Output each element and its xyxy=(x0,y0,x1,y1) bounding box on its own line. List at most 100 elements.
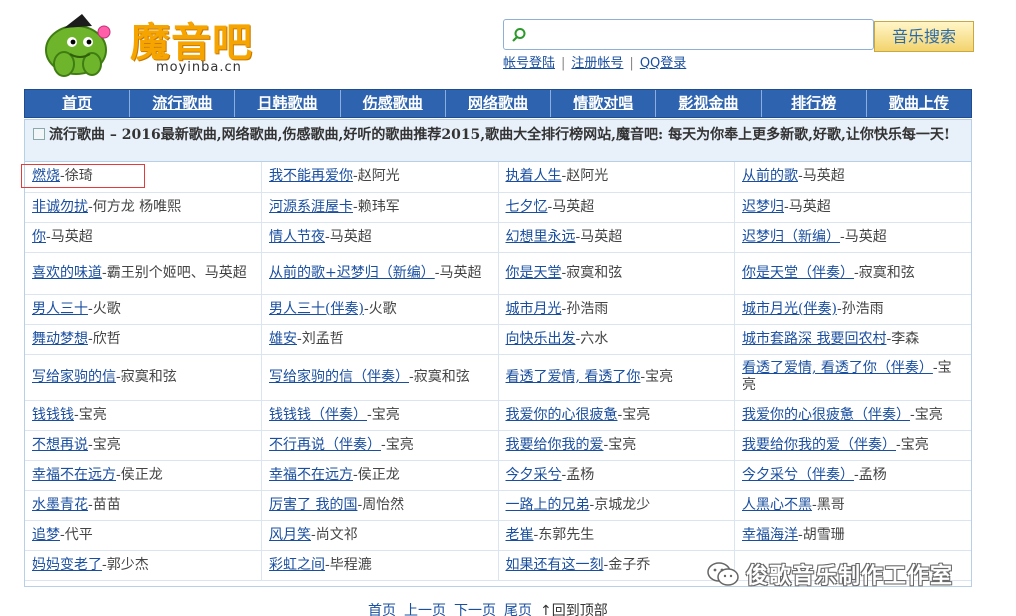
song-link[interactable]: 写给家驹的信 xyxy=(32,369,116,385)
song-cell: 追梦-代平 xyxy=(25,520,262,551)
song-link[interactable]: 看透了爱情, 看透了你（伴奏） xyxy=(742,360,933,376)
song-link[interactable]: 一路上的兄弟 xyxy=(506,497,590,513)
nav-item-home[interactable]: 首页 xyxy=(25,90,131,117)
song-link[interactable]: 彩虹之间 xyxy=(269,557,325,573)
song-link[interactable]: 今夕采兮（伴奏） xyxy=(742,467,854,483)
song-link[interactable]: 不行再说（伴奏） xyxy=(269,437,381,453)
song-link[interactable]: 男人三十(伴奏) xyxy=(269,301,364,317)
song-link[interactable]: 河源系涯屋卡 xyxy=(269,199,353,215)
song-link[interactable]: 雄安 xyxy=(269,331,297,347)
song-link[interactable]: 幸福海洋 xyxy=(742,527,798,543)
artist-name: 马英超 xyxy=(844,228,887,245)
song-link[interactable]: 非诚勿扰 xyxy=(32,199,88,215)
song-link[interactable]: 追梦 xyxy=(32,527,60,543)
watermark-text: 俊歌音乐制作工作室 xyxy=(746,564,954,589)
song-link[interactable]: 写给家驹的信（伴奏） xyxy=(269,369,409,385)
song-link[interactable]: 七夕忆 xyxy=(506,199,548,215)
song-link[interactable]: 你 xyxy=(32,229,46,245)
nav-item-upload[interactable]: 歌曲上传 xyxy=(867,90,971,117)
song-link[interactable]: 你是天堂 xyxy=(506,265,562,281)
artist-name: 马英超 xyxy=(580,228,623,245)
table-row: 燃烧-徐琦 我不能再爱你-赵阿光 执着人生-赵阿光 从前的歌-马英超 xyxy=(25,162,971,193)
separator: | xyxy=(629,56,634,71)
song-link[interactable]: 我要给你我的爱（伴奏） xyxy=(742,437,896,453)
qq-login-link[interactable]: QQ登录 xyxy=(640,56,686,71)
song-cell: 我要给你我的爱-宝亮 xyxy=(498,430,735,461)
nav-item-duet[interactable]: 情歌对唱 xyxy=(551,90,657,117)
search-input[interactable] xyxy=(534,23,864,46)
artist-name: 宝亮 xyxy=(622,406,651,423)
song-link[interactable]: 幻想里永远 xyxy=(506,229,576,245)
artist-name: 宝亮 xyxy=(645,368,674,385)
song-link[interactable]: 男人三十 xyxy=(32,301,88,317)
artist-name: 宝亮 xyxy=(900,436,929,453)
song-link[interactable]: 老崔 xyxy=(506,527,534,543)
song-link[interactable]: 钱钱钱 xyxy=(32,407,74,423)
nav-item-pop[interactable]: 流行歌曲 xyxy=(130,90,236,117)
song-cell: 一路上的兄弟-京城龙少 xyxy=(498,490,735,521)
nav-item-sad[interactable]: 伤感歌曲 xyxy=(341,90,446,117)
song-link[interactable]: 幸福不在远方 xyxy=(269,467,353,483)
song-cell: 写给家驹的信-寂寞和弦 xyxy=(25,354,262,401)
next-page-link[interactable]: 下一页 xyxy=(454,603,496,616)
artist-name: 寂寞和弦 xyxy=(120,368,177,385)
nav-item-jpkr[interactable]: 日韩歌曲 xyxy=(235,90,341,117)
last-page-link[interactable]: 尾页 xyxy=(504,603,532,616)
song-link[interactable]: 幸福不在远方 xyxy=(32,467,116,483)
table-row: 喜欢的味道-霸王别个姬吧、马英超 从前的歌+迟梦归（新编）-马英超 你是天堂-寂寞和… xyxy=(25,252,971,295)
category-description: – 2016最新歌曲,网络歌曲,伤感歌曲,好听的歌曲推荐2015,歌曲大全排行榜… xyxy=(105,127,950,143)
song-cell: 彩虹之间-毕程漉 xyxy=(261,550,499,581)
song-link[interactable]: 执着人生 xyxy=(506,168,562,184)
song-link[interactable]: 如果还有这一刻 xyxy=(506,557,604,573)
song-link[interactable]: 我爱你的心很疲惫 xyxy=(506,407,618,423)
song-cell: 钱钱钱（伴奏）-宝亮 xyxy=(261,400,499,431)
song-link[interactable]: 舞动梦想 xyxy=(32,331,88,347)
artist-name: 孟杨 xyxy=(858,466,887,483)
song-link[interactable]: 喜欢的味道 xyxy=(32,265,102,281)
song-link[interactable]: 你是天堂（伴奏） xyxy=(742,265,854,281)
song-link[interactable]: 我不能再爱你 xyxy=(269,168,353,184)
song-link[interactable]: 向快乐出发 xyxy=(506,331,576,347)
song-link[interactable]: 燃烧 xyxy=(32,168,60,184)
song-link[interactable]: 城市套路深 我要回农村 xyxy=(742,331,886,347)
first-page-link[interactable]: 首页 xyxy=(368,603,396,616)
song-link[interactable]: 从前的歌 xyxy=(742,168,798,184)
song-link[interactable]: 水墨青花 xyxy=(32,497,88,513)
song-link[interactable]: 人黑心不黑 xyxy=(742,497,812,513)
song-link[interactable]: 迟梦归（新编） xyxy=(742,229,840,245)
login-link[interactable]: 帐号登陆 xyxy=(503,56,555,71)
register-link[interactable]: 注册帐号 xyxy=(571,56,623,71)
artist-name: 苗苗 xyxy=(92,496,121,513)
song-cell: 我爱你的心很疲惫（伴奏）-宝亮 xyxy=(734,400,971,431)
search-button[interactable]: 音乐搜索 xyxy=(874,21,974,52)
table-row: 钱钱钱-宝亮 钱钱钱（伴奏）-宝亮 我爱你的心很疲惫-宝亮 我爱你的心很疲惫（伴奏）-… xyxy=(25,400,971,431)
song-cell: 城市月光(伴奏)-孙浩雨 xyxy=(734,294,971,325)
song-link[interactable]: 迟梦归 xyxy=(742,199,784,215)
artist-name: 火歌 xyxy=(92,300,121,317)
site-logo[interactable]: 魔音吧 moyinba.cn xyxy=(34,8,274,80)
song-link[interactable]: 厉害了 我的国 xyxy=(269,497,357,513)
song-link[interactable]: 钱钱钱（伴奏） xyxy=(269,407,367,423)
song-link[interactable]: 我要给你我的爱 xyxy=(506,437,604,453)
back-to-top-link[interactable]: ↑回到顶部 xyxy=(540,603,608,616)
nav-item-chart[interactable]: 排行榜 xyxy=(762,90,867,117)
prev-page-link[interactable]: 上一页 xyxy=(404,603,446,616)
nav-item-film[interactable]: 影视金曲 xyxy=(656,90,762,117)
song-link[interactable]: 我爱你的心很疲惫（伴奏） xyxy=(742,407,910,423)
song-link[interactable]: 情人节夜 xyxy=(269,229,325,245)
song-link[interactable]: 不想再说 xyxy=(32,437,88,453)
song-cell: 看透了爱情, 看透了你-宝亮 xyxy=(498,354,735,401)
song-link[interactable]: 城市月光(伴奏) xyxy=(742,301,837,317)
song-link[interactable]: 从前的歌+迟梦归（新编） xyxy=(269,265,435,281)
table-row: 幸福不在远方-侯正龙 幸福不在远方-侯正龙 今夕采兮-孟杨 今夕采兮（伴奏）-孟杨 xyxy=(25,460,971,491)
artist-name: 孙浩雨 xyxy=(841,300,884,317)
song-link[interactable]: 风月笑 xyxy=(269,527,311,543)
song-link[interactable]: 今夕采兮 xyxy=(506,467,562,483)
mascot-icon xyxy=(45,14,111,77)
song-cell: 我爱你的心很疲惫-宝亮 xyxy=(498,400,735,431)
song-link[interactable]: 城市月光 xyxy=(506,301,562,317)
artist-name: 宝亮 xyxy=(914,406,943,423)
song-link[interactable]: 妈妈变老了 xyxy=(32,557,102,573)
song-link[interactable]: 看透了爱情, 看透了你 xyxy=(506,369,641,385)
nav-item-internet[interactable]: 网络歌曲 xyxy=(446,90,552,117)
